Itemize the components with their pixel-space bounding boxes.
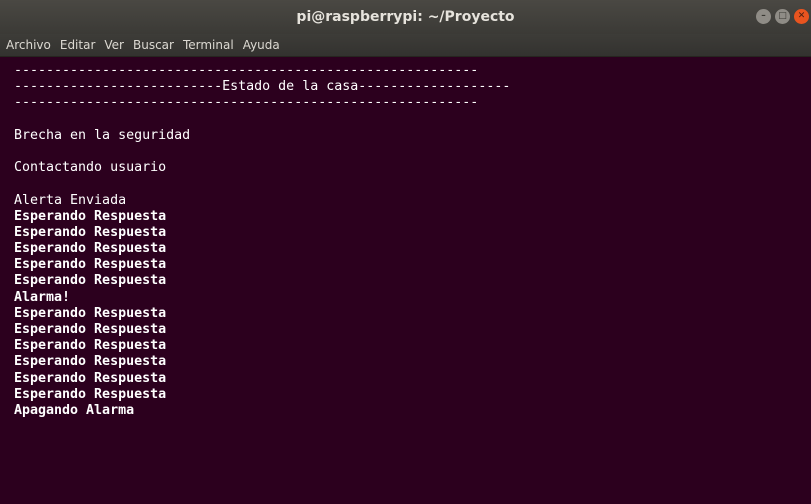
- terminal-line: ----------------------------------------…: [14, 63, 479, 78]
- window-title: pi@raspberrypi: ~/Proyecto: [296, 9, 515, 25]
- close-button[interactable]: ✕: [794, 9, 809, 24]
- terminal-window: pi@raspberrypi: ~/Proyecto – □ ✕ Archivo…: [0, 0, 811, 504]
- close-icon: ✕: [797, 11, 806, 21]
- terminal-line: ----------------------------------------…: [14, 95, 479, 111]
- terminal-output[interactable]: ----------------------------------------…: [0, 57, 811, 504]
- terminal-line: Alarma!: [14, 289, 71, 305]
- terminal-line: Esperando Respuesta: [14, 257, 167, 273]
- menu-ayuda[interactable]: Ayuda: [243, 38, 280, 52]
- window-controls: – □ ✕: [756, 9, 809, 24]
- maximize-icon: □: [778, 11, 787, 21]
- terminal-line: Esperando Respuesta: [14, 338, 167, 354]
- minimize-button[interactable]: –: [756, 9, 771, 24]
- terminal-line: Esperando Respuesta: [14, 224, 167, 240]
- menu-buscar[interactable]: Buscar: [133, 38, 174, 52]
- menu-terminal[interactable]: Terminal: [183, 38, 234, 52]
- terminal-line: Esperando Respuesta: [14, 305, 167, 321]
- minimize-icon: –: [761, 11, 766, 21]
- terminal-line: Esperando Respuesta: [14, 322, 167, 337]
- terminal-line: Esperando Respuesta: [14, 386, 167, 402]
- maximize-button[interactable]: □: [775, 9, 790, 24]
- menu-archivo[interactable]: Archivo: [6, 38, 51, 52]
- terminal-line: Brecha en la seguridad: [14, 127, 191, 143]
- terminal-line: Esperando Respuesta: [14, 370, 167, 386]
- terminal-line: Esperando Respuesta: [14, 273, 167, 289]
- title-bar[interactable]: pi@raspberrypi: ~/Proyecto – □ ✕: [0, 0, 811, 34]
- terminal-line: Alerta Enviada: [14, 192, 127, 208]
- terminal-line: Apagando Alarma: [14, 402, 135, 418]
- terminal-line: --------------------------Estado de la c…: [14, 79, 511, 95]
- terminal-line: Esperando Respuesta: [14, 241, 167, 257]
- menu-ver[interactable]: Ver: [104, 38, 124, 52]
- menu-bar: Archivo Editar Ver Buscar Terminal Ayuda: [0, 34, 811, 57]
- terminal-line: Esperando Respuesta: [14, 354, 167, 370]
- terminal-line: Contactando usuario: [14, 160, 167, 176]
- terminal-line: Esperando Respuesta: [14, 208, 167, 224]
- menu-editar[interactable]: Editar: [60, 38, 96, 52]
